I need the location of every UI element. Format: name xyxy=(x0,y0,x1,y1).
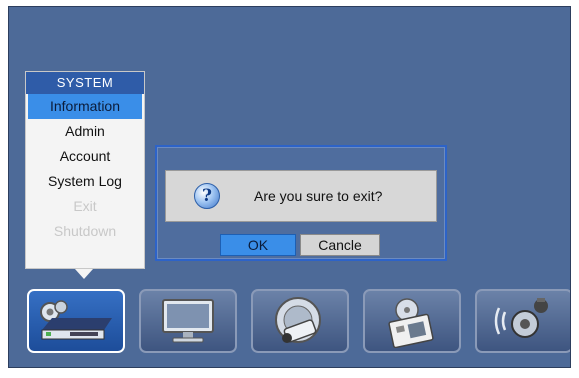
menu-item-account[interactable]: Account xyxy=(28,144,142,169)
audio-alarm-icon xyxy=(494,298,548,338)
menu-item-admin[interactable]: Admin xyxy=(28,119,142,144)
tile-audio[interactable] xyxy=(475,289,570,353)
menu-header: SYSTEM xyxy=(26,72,144,94)
tile-camera[interactable] xyxy=(251,289,349,353)
camera-recording-icon xyxy=(275,297,321,343)
tile-display[interactable] xyxy=(139,289,237,353)
dialog-message: Are you sure to exit? xyxy=(254,188,383,204)
menu-item-system-log[interactable]: System Log xyxy=(28,169,142,194)
tile-backup[interactable] xyxy=(363,289,461,353)
dialog-message-panel: ? Are you sure to exit? xyxy=(165,170,437,222)
cancel-button[interactable]: Cancle xyxy=(300,234,380,256)
backup-media-icon xyxy=(388,298,434,348)
question-icon: ? xyxy=(194,183,220,209)
ok-button[interactable]: OK xyxy=(220,234,296,256)
menu-item-shutdown: Shutdown xyxy=(53,223,117,239)
tile-system[interactable] xyxy=(27,289,125,353)
menu-item-information[interactable]: Information xyxy=(28,94,142,119)
monitor-display-icon xyxy=(162,299,214,343)
menu-pointer-arrow xyxy=(75,269,93,279)
menu-item-exit: Exit xyxy=(73,198,97,214)
exit-confirm-dialog: ? Are you sure to exit? OK Cancle xyxy=(155,145,447,261)
system-menu: SYSTEM Information Admin Account System … xyxy=(25,71,145,269)
dvr-system-icon xyxy=(40,300,112,340)
dvr-screen: SYSTEM Information Admin Account System … xyxy=(8,6,571,368)
